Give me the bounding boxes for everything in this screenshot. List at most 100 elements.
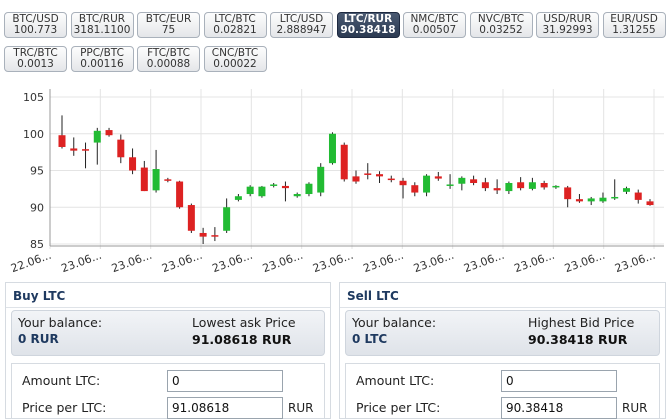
pair-button-cnc-btc[interactable]: CNC/BTC 0.00022	[203, 46, 267, 72]
candle-body	[611, 196, 619, 199]
pair-price: 0.00088	[146, 58, 191, 70]
candle-body	[223, 207, 231, 231]
candle-body	[505, 182, 513, 192]
sell-amount-input[interactable]	[501, 370, 617, 392]
pair-price: 0.02821	[213, 24, 257, 36]
candle-body	[376, 174, 384, 177]
x-tick-label: 23.06...	[613, 249, 657, 276]
highest-bid-label: Highest Bid Price	[528, 315, 635, 330]
candle-body	[187, 205, 195, 231]
pair-button-nvc-btc[interactable]: NVC/BTC 0.03252	[469, 12, 533, 38]
candle-body	[399, 180, 407, 186]
candle-body	[152, 169, 160, 191]
sell-form: Amount LTC: Price per LTC: RUR	[345, 363, 660, 419]
sell-price-input[interactable]	[501, 397, 617, 419]
x-tick-label: 23.06...	[160, 249, 204, 276]
candle-body	[423, 175, 431, 193]
y-tick-label: 85	[30, 238, 44, 251]
sell-panel: Sell LTC Your balance: 0 LTC Highest Bid…	[339, 282, 666, 419]
candle-body	[305, 183, 313, 195]
candle-body	[258, 186, 266, 197]
x-tick-label: 23.06...	[110, 249, 154, 276]
buy-price-input[interactable]	[167, 397, 283, 419]
pair-button-ppc-btc[interactable]: PPC/BTC 0.00116	[70, 46, 134, 72]
pair-price: 75	[161, 24, 176, 36]
candle-body	[211, 235, 219, 237]
y-tick-label: 90	[30, 201, 44, 214]
x-tick-label: 23.06...	[563, 249, 607, 276]
pair-price: 2.888947	[276, 24, 327, 36]
candle-body	[340, 144, 348, 180]
sell-price-unit: RUR	[622, 401, 648, 415]
pair-price: 1.31255	[612, 24, 656, 36]
pair-button-eur-usd[interactable]: EUR/USD 1.31255	[602, 12, 666, 38]
buy-panel: Buy LTC Your balance: 0 RUR Lowest ask P…	[5, 282, 331, 419]
sell-price-label: Price per LTC:	[356, 400, 441, 415]
pair-button-trc-btc[interactable]: TRC/BTC 0.0013	[4, 46, 67, 72]
candle-body	[70, 148, 78, 151]
x-tick-label: 23.06...	[59, 249, 103, 276]
currency-pair-bar: BTC/USD 100.773 BTC/RUR 3181.1100 BTC/EUR 75 L…	[0, 0, 669, 80]
candle-body	[564, 187, 572, 200]
x-tick-label: 23.06...	[412, 249, 456, 276]
candle-body	[164, 179, 172, 181]
pair-price: 0.03252	[479, 24, 523, 36]
candle-body	[270, 184, 278, 186]
pair-button-usd-rur[interactable]: USD/RUR 31.92993	[536, 12, 599, 38]
lowest-ask-label: Lowest ask Price	[192, 315, 296, 330]
x-tick-label: 23.06...	[210, 249, 254, 276]
candle-body	[446, 184, 454, 186]
buy-price-label: Price per LTC:	[22, 400, 107, 415]
sell-balance-label: Your balance:	[352, 315, 437, 330]
candle-body	[328, 133, 336, 164]
y-tick-label: 95	[30, 165, 44, 178]
x-tick-label: 23.06...	[462, 249, 506, 276]
candle-body	[246, 186, 254, 195]
candle-body	[587, 198, 595, 202]
buy-balance-label: Your balance:	[18, 315, 103, 330]
candle-body	[575, 199, 583, 202]
candle-body	[622, 188, 630, 192]
pair-button-ltc-rur[interactable]: LTC/RUR 90.38418	[336, 12, 400, 38]
x-tick-label: 23.06...	[361, 249, 405, 276]
pair-price: 3181.1100	[73, 24, 131, 36]
pair-button-ltc-usd[interactable]: LTC/USD 2.888947	[270, 12, 333, 38]
pair-button-nmc-btc[interactable]: NMC/BTC 0.00507	[403, 12, 466, 38]
sell-balance-value[interactable]: 0 LTC	[352, 332, 387, 346]
sell-balance-box: Your balance: 0 LTC Highest Bid Price 90…	[345, 310, 660, 356]
candle-body	[317, 166, 325, 193]
candle-body	[634, 192, 642, 200]
buy-amount-label: Amount LTC:	[22, 373, 101, 388]
candle-body	[552, 185, 560, 188]
candle-body	[434, 176, 442, 179]
buy-balance-value[interactable]: 0 RUR	[18, 332, 59, 346]
y-tick-label: 105	[23, 91, 44, 104]
candle-body	[199, 232, 207, 237]
pair-button-btc-usd[interactable]: BTC/USD 100.773	[4, 12, 67, 38]
buy-amount-input[interactable]	[167, 370, 283, 392]
candle-body	[293, 194, 301, 197]
candle-body	[352, 176, 360, 182]
candle-body	[140, 167, 148, 192]
buy-panel-title: Buy LTC	[13, 289, 66, 303]
buy-form: Amount LTC: Price per LTC: RUR	[11, 363, 325, 419]
buy-balance-box: Your balance: 0 RUR Lowest ask Price 91.…	[11, 310, 325, 356]
candle-body	[234, 196, 242, 200]
pair-price: 0.00116	[80, 58, 124, 70]
lowest-ask-value[interactable]: 91.08618 RUR	[192, 332, 291, 347]
highest-bid-value[interactable]: 90.38418 RUR	[528, 332, 627, 347]
x-tick-label: 23.06...	[311, 249, 355, 276]
candle-body	[481, 182, 489, 189]
pair-button-ftc-btc[interactable]: FTC/BTC 0.00088	[137, 46, 200, 72]
candle-body	[599, 197, 607, 202]
pair-button-btc-eur[interactable]: BTC/EUR 75	[137, 12, 200, 38]
pair-price: 0.00022	[213, 58, 257, 70]
candle-body	[117, 139, 125, 158]
pair-button-ltc-btc[interactable]: LTC/BTC 0.02821	[203, 12, 267, 38]
candle-body	[470, 179, 478, 183]
candle-body	[411, 185, 419, 193]
candle-body	[387, 178, 395, 181]
pair-button-btc-rur[interactable]: BTC/RUR 3181.1100	[70, 12, 134, 38]
buy-title-divider	[6, 307, 330, 308]
candle-body	[129, 157, 137, 171]
